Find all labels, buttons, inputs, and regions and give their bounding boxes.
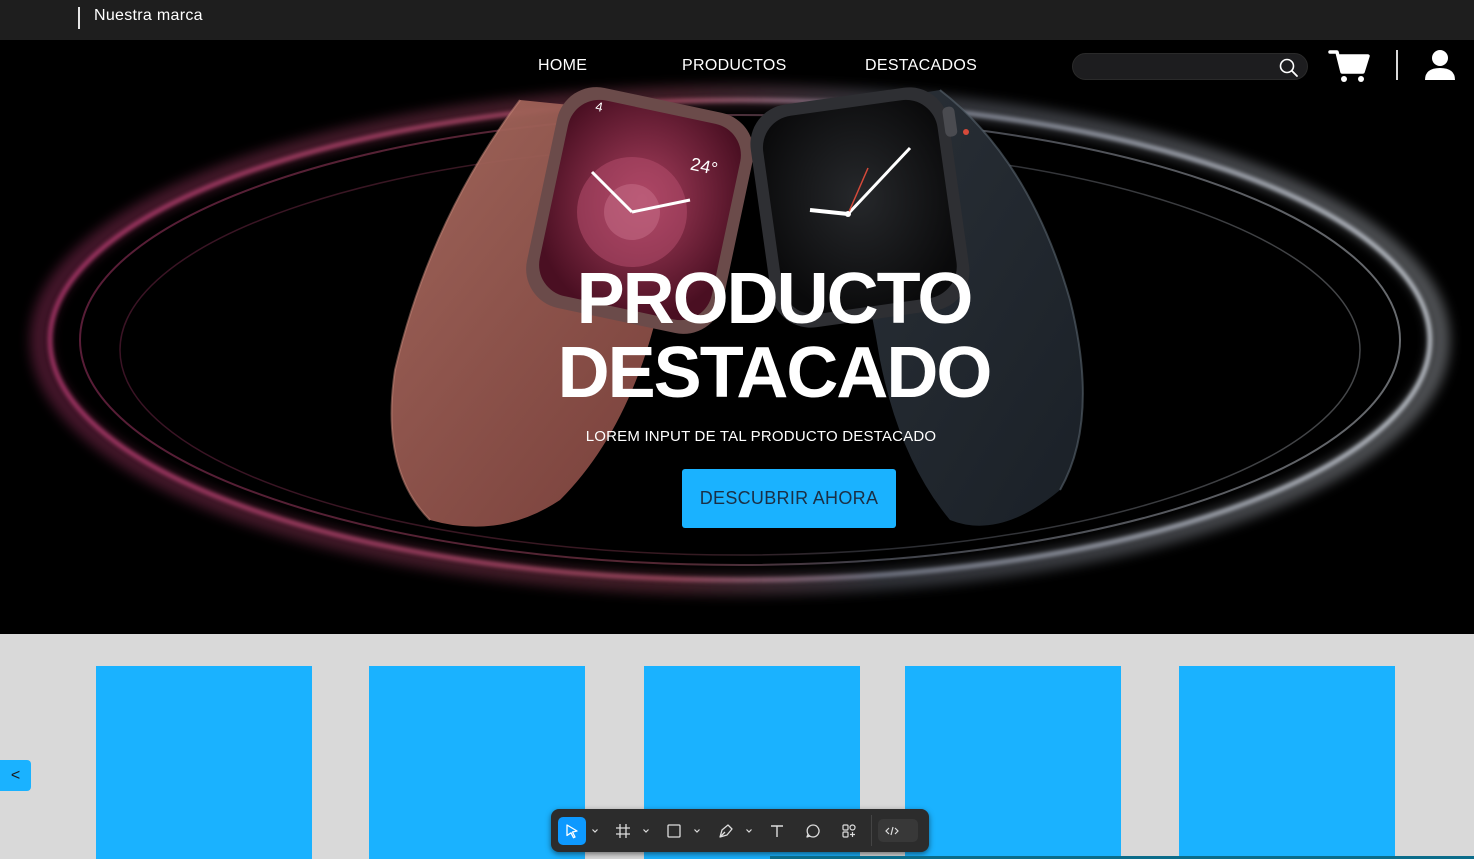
chevron-down-icon[interactable] [693,828,701,834]
nav-home[interactable]: HOME [538,57,587,75]
carousel-prev-button[interactable]: < [0,760,31,791]
chevron-down-icon[interactable] [745,828,753,834]
move-tool-icon[interactable] [558,817,586,845]
top-bar: Nuestra marca [0,0,1474,40]
hero-title-line2: DESTACADO [557,333,993,413]
hero-subtitle: LOREM INPUT DE TAL PRODUCTO DESTACADO [585,428,937,445]
product-card[interactable] [96,666,312,859]
nav-featured[interactable]: DESTACADOS [865,57,977,75]
chevron-down-icon[interactable] [642,828,650,834]
cart-icon[interactable] [1328,48,1370,84]
components-tool-icon[interactable] [835,817,863,845]
product-card[interactable] [1179,666,1395,859]
brand-separator [78,7,80,29]
pen-tool-icon[interactable] [712,817,740,845]
chevron-down-icon[interactable] [591,828,599,834]
toolbar-divider [871,815,872,846]
brand-name[interactable]: Nuestra marca [94,7,203,25]
text-tool-icon[interactable] [763,817,791,845]
design-toolbar [551,809,929,852]
nav-products[interactable]: PRODUCTOS [682,57,787,75]
search-icon[interactable] [1278,57,1300,79]
product-card[interactable] [905,666,1121,859]
frame-tool-icon[interactable] [609,817,637,845]
search-input[interactable] [1085,57,1275,77]
comment-tool-icon[interactable] [799,817,827,845]
hero-title-line1: PRODUCTO [576,259,974,339]
dev-mode-icon[interactable] [878,819,918,842]
search-bar [1072,53,1308,80]
rectangle-tool-icon[interactable] [660,817,688,845]
discover-now-button[interactable]: DESCUBRIR AHORA [682,469,896,528]
header-separator [1396,50,1398,80]
user-icon[interactable] [1423,48,1457,82]
